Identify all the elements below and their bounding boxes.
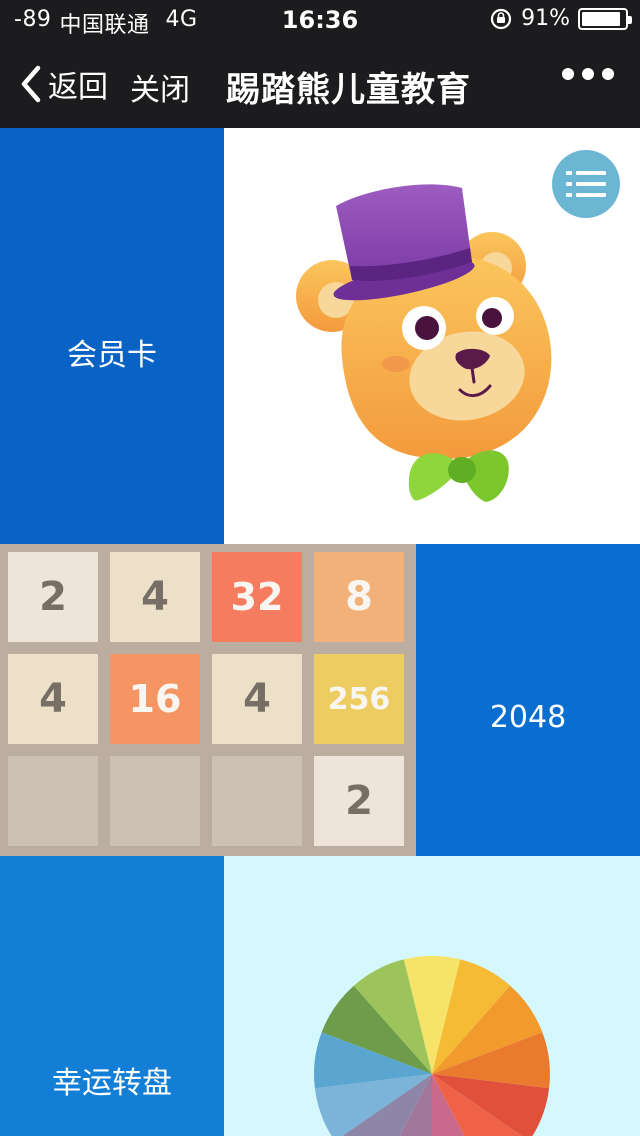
rotation-lock-icon	[490, 8, 512, 29]
game-2048-tile[interactable]: 2048	[416, 544, 640, 856]
game-cell: 8	[314, 552, 404, 642]
wheel-graphic	[314, 955, 550, 1136]
game-board: 2 4 32 8 4 16 4 256 2	[8, 552, 404, 846]
game-cell: 4	[8, 654, 98, 744]
battery-fill	[582, 11, 621, 26]
game-cell: 32	[212, 552, 302, 642]
battery-percent: 91%	[521, 6, 570, 31]
back-label: 返回	[48, 70, 108, 105]
chevron-left-icon	[21, 65, 41, 103]
game-cell: 2	[314, 756, 404, 846]
battery-icon	[578, 7, 632, 30]
game-cell	[8, 756, 98, 846]
game-cell: 16	[110, 654, 200, 744]
status-bar: -89 中国联通 4G 16:36 91%	[0, 0, 640, 40]
close-button[interactable]: 关闭	[130, 65, 190, 109]
lucky-wheel-tile[interactable]: 幸运转盘	[0, 856, 224, 1136]
more-dots-icon[interactable]	[562, 68, 614, 80]
game-cell: 256	[314, 654, 404, 744]
page-title: 踢踏熊儿童教育	[226, 70, 471, 110]
game-cell	[212, 756, 302, 846]
game-2048-image[interactable]: 2 4 32 8 4 16 4 256 2	[0, 544, 416, 856]
menu-list-icon[interactable]	[552, 150, 620, 218]
game-cell	[110, 756, 200, 846]
nav-bar: 返回 关闭 踢踏熊儿童教育	[0, 40, 640, 128]
game-2048-label: 2048	[489, 700, 567, 735]
back-button[interactable]: 返回	[18, 62, 108, 106]
member-card-tile[interactable]: 会员卡	[0, 128, 224, 544]
bear-mascot-tile	[224, 128, 640, 544]
game-cell: 4	[212, 654, 302, 744]
lucky-wheel-image[interactable]	[224, 856, 640, 1136]
game-cell: 2	[8, 552, 98, 642]
status-right: 91%	[489, 6, 632, 31]
lucky-wheel-label: 幸运转盘	[52, 1066, 172, 1101]
member-card-label: 会员卡	[67, 338, 157, 373]
game-cell: 4	[110, 552, 200, 642]
